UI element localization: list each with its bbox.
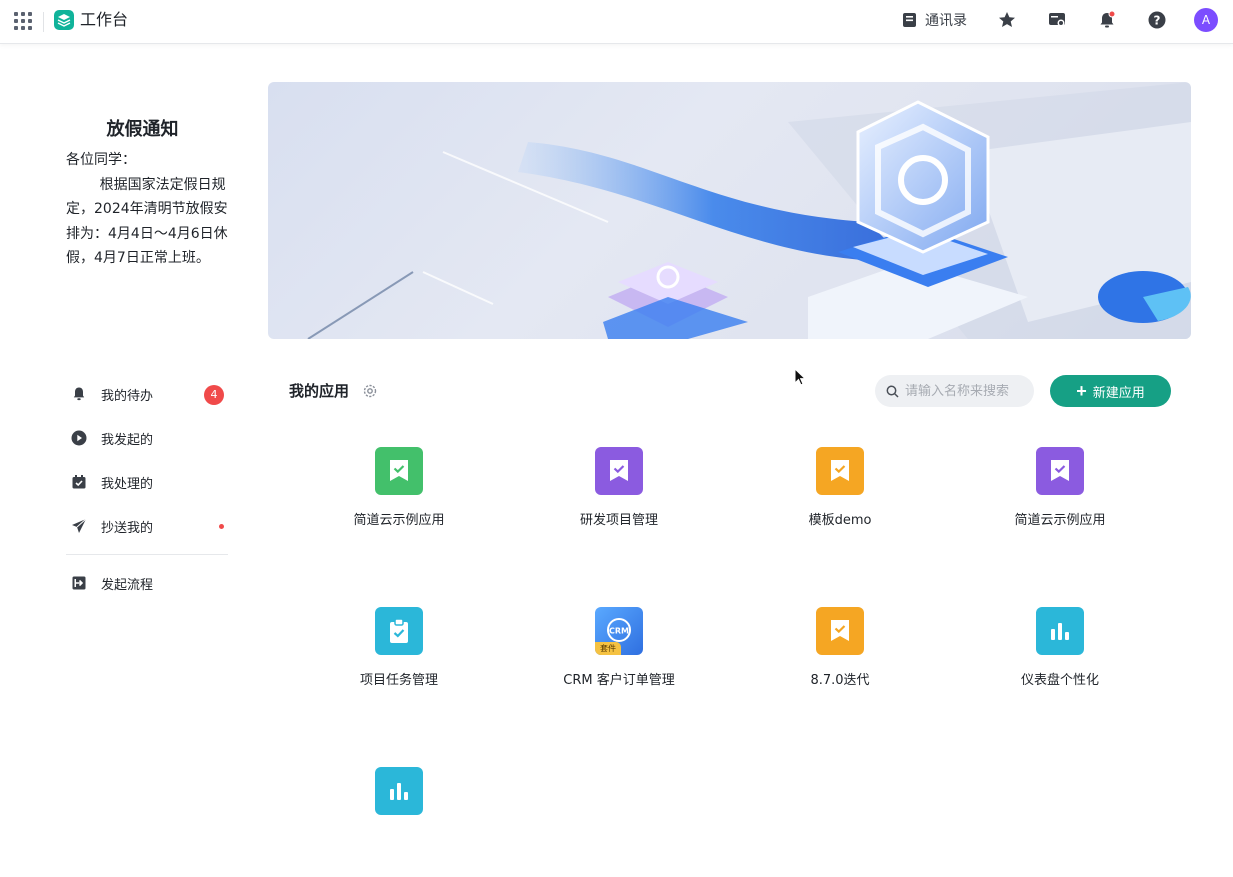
bookmark-check-icon <box>816 607 864 655</box>
contacts-button[interactable]: 通讯录 <box>902 10 967 30</box>
app-name: 研发项目管理 <box>579 513 658 528</box>
contacts-label: 通讯录 <box>925 13 967 29</box>
workbench-logo-icon[interactable] <box>54 10 74 30</box>
sidebar-item-label: 我的待办 <box>101 388 154 404</box>
start-flow-icon <box>72 576 86 590</box>
svg-text:?: ? <box>1154 14 1161 28</box>
new-app-label: 新建应用 <box>1092 384 1145 400</box>
notice-text: 根据国家法定假日规定，2024年清明节放假安排为：4月4日～4月6日休假，4月7… <box>66 176 228 267</box>
app-name: 仪表盘个性化 <box>1020 673 1099 688</box>
sidebar-item-label: 发起流程 <box>101 577 154 593</box>
clipboard-check-icon <box>375 607 423 655</box>
app-name: 简道云示例应用 <box>1014 513 1106 528</box>
bell-icon[interactable] <box>1097 10 1117 30</box>
app-item[interactable]: 研发项目管理 <box>519 447 719 557</box>
banner-illustration <box>307 82 1191 339</box>
notice-body: 各位同学： 根据国家法定假日规定，2024年清明节放假安排为：4月4日～4月6日… <box>66 148 231 271</box>
avatar[interactable]: A <box>1194 8 1218 32</box>
sidebar-item-label: 我发起的 <box>101 432 154 448</box>
star-icon[interactable] <box>997 10 1017 30</box>
app-search[interactable] <box>875 375 1034 407</box>
app-item[interactable] <box>299 767 499 877</box>
unread-dot <box>219 524 224 529</box>
sidebar-item-label: 我处理的 <box>101 476 154 492</box>
mouse-cursor-icon <box>794 368 806 386</box>
app-name: 8.7.0迭代 <box>810 673 870 688</box>
my-apps-title: 我的应用 <box>289 382 350 400</box>
sidebar-item-todo[interactable]: 我的待办 4 <box>66 372 228 416</box>
bookmark-check-icon <box>595 447 643 495</box>
sidebar-item-start-flow[interactable]: 发起流程 <box>66 561 228 605</box>
holiday-notice: 放假通知 各位同学： 根据国家法定假日规定，2024年清明节放假安排为：4月4日… <box>66 116 231 271</box>
address-book-icon <box>903 13 916 27</box>
sidebar-item-label: 抄送我的 <box>101 520 154 536</box>
bookmark-check-icon <box>816 447 864 495</box>
bell-icon <box>73 387 85 401</box>
sidebar-item-cc[interactable]: 抄送我的 <box>66 504 228 548</box>
sidebar: 我的待办 4 我发起的 我处理的 抄送我的 发起流程 <box>66 372 228 605</box>
grid-icon[interactable] <box>14 12 32 30</box>
app-item[interactable]: 简道云示例应用 <box>299 447 499 557</box>
app-item[interactable]: 项目任务管理 <box>299 607 499 717</box>
app-item[interactable]: 仪表盘个性化 <box>960 607 1160 717</box>
app-item[interactable]: CRM 套件 CRM 客户订单管理 <box>519 607 719 717</box>
screen-settings-icon[interactable] <box>1047 10 1067 30</box>
crm-icon-text: CRM <box>609 627 629 636</box>
todo-count-badge: 4 <box>204 385 224 405</box>
app-name: 模板demo <box>808 513 872 528</box>
bookmark-check-icon <box>1036 447 1084 495</box>
new-app-button[interactable]: + 新建应用 <box>1050 375 1171 407</box>
help-icon[interactable]: ? <box>1147 10 1167 30</box>
app-item[interactable]: 8.7.0迭代 <box>740 607 940 717</box>
app-item[interactable]: 模板demo <box>740 447 940 557</box>
search-input[interactable] <box>905 383 1025 399</box>
check-box-icon <box>72 475 86 489</box>
suite-tag: 套件 <box>595 642 621 655</box>
sidebar-item-initiated[interactable]: 我发起的 <box>66 416 228 460</box>
notice-title: 放假通知 <box>106 119 179 140</box>
bookmark-check-icon <box>375 447 423 495</box>
gear-icon[interactable] <box>362 383 378 399</box>
sidebar-item-processed[interactable]: 我处理的 <box>66 460 228 504</box>
topbar-divider <box>43 12 44 32</box>
hero-banner <box>268 82 1191 339</box>
top-bar: 工作台 通讯录 ? A <box>0 0 1233 44</box>
app-item[interactable]: 简道云示例应用 <box>960 447 1160 557</box>
page-title[interactable]: 工作台 <box>80 10 128 30</box>
play-circle-icon <box>71 430 87 446</box>
crm-icon: CRM 套件 <box>595 607 643 655</box>
plus-icon: + <box>1076 381 1087 401</box>
app-name: CRM 客户订单管理 <box>563 673 675 688</box>
app-name: 项目任务管理 <box>359 673 438 688</box>
sidebar-divider <box>66 554 228 555</box>
bar-chart-icon <box>375 767 423 815</box>
bar-chart-icon <box>1036 607 1084 655</box>
app-name: 简道云示例应用 <box>353 513 445 528</box>
notice-greeting: 各位同学： <box>66 152 136 168</box>
send-icon <box>72 518 87 533</box>
search-icon <box>886 385 899 398</box>
